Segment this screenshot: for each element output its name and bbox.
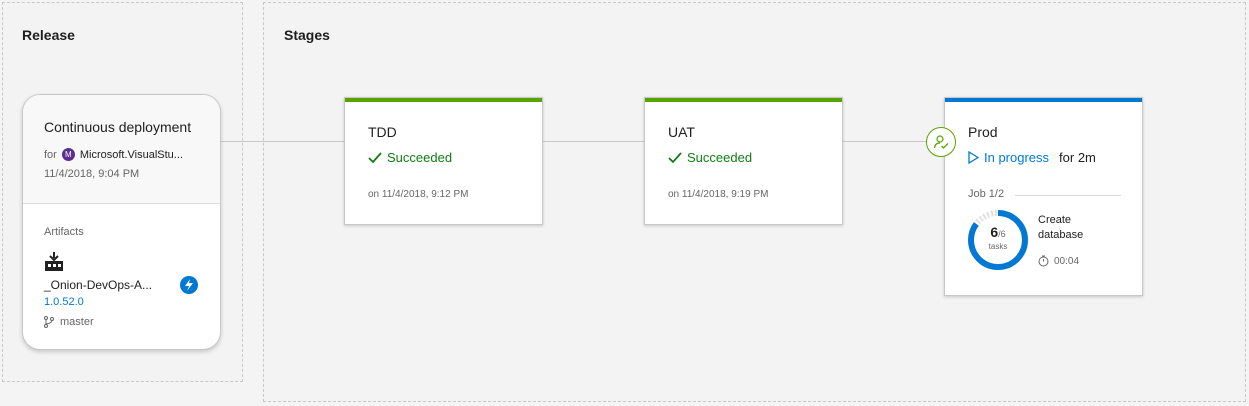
artifact-version[interactable]: 1.0.52.0	[44, 296, 84, 308]
stage-card-uat[interactable]: UAT Succeeded on 11/4/2018, 9:19 PM	[644, 97, 843, 225]
branch-icon	[44, 316, 54, 328]
stage-status[interactable]: Succeeded	[368, 150, 452, 165]
play-icon	[968, 151, 979, 164]
stage-status-text: In progress	[984, 150, 1050, 165]
release-section-title: Release	[22, 27, 75, 43]
connector-release-tdd	[221, 141, 344, 142]
job-label: Job 1/2	[968, 188, 1005, 200]
stage-duration: for 2m	[1059, 150, 1096, 165]
build-artifact-icon	[45, 252, 63, 271]
pre-deployment-approval-icon[interactable]	[926, 127, 956, 157]
project-avatar: M	[61, 148, 75, 161]
stage-card-prod[interactable]: Prod In progress for 2m Job 1/2 6/6 task…	[944, 97, 1143, 296]
stage-status-bar	[345, 98, 542, 102]
stage-name[interactable]: Prod	[968, 124, 998, 140]
task-count: 6/6 tasks	[967, 225, 1029, 251]
tasks-total: /6	[998, 229, 1006, 239]
project-name[interactable]: Microsoft.VisualStu...	[80, 149, 183, 161]
stage-status-bar	[945, 98, 1142, 102]
task-elapsed: 00:04	[1038, 255, 1079, 267]
task-elapsed-time: 00:04	[1054, 255, 1080, 267]
check-icon	[668, 151, 682, 163]
branch-name: master	[60, 316, 94, 328]
stage-name[interactable]: UAT	[668, 124, 695, 140]
artifact-name[interactable]: _Onion-DevOps-A...	[44, 278, 152, 292]
stage-status-bar	[645, 98, 842, 102]
release-project-line: for M Microsoft.VisualStu...	[44, 148, 183, 161]
artifacts-label: Artifacts	[44, 226, 84, 238]
stage-status[interactable]: In progress for 2m	[968, 150, 1096, 165]
release-date: 11/4/2018, 9:04 PM	[44, 168, 140, 180]
stage-status[interactable]: Succeeded	[668, 150, 752, 165]
current-task-name[interactable]: Create database	[1038, 213, 1118, 243]
stage-status-text: Succeeded	[387, 150, 453, 165]
for-label: for	[44, 148, 57, 161]
stage-card-tdd[interactable]: TDD Succeeded on 11/4/2018, 9:12 PM	[344, 97, 543, 225]
tasks-unit: tasks	[988, 242, 1008, 251]
continuous-deployment-trigger-icon[interactable]	[180, 276, 198, 294]
stopwatch-icon	[1038, 255, 1049, 267]
stage-status-text: Succeeded	[687, 150, 753, 165]
job-divider	[1015, 195, 1121, 196]
release-card-header: Continuous deployment for M Microsoft.Vi…	[23, 95, 220, 204]
connector-tdd-uat	[543, 141, 644, 142]
artifact-branch: master	[44, 316, 94, 328]
stage-completed-time: on 11/4/2018, 9:12 PM	[368, 189, 469, 200]
tasks-done: 6	[990, 224, 999, 240]
stage-name[interactable]: TDD	[368, 124, 397, 140]
release-trigger-title: Continuous deployment	[44, 119, 192, 135]
stages-section-title: Stages	[284, 27, 330, 43]
release-card[interactable]: Continuous deployment for M Microsoft.Vi…	[22, 94, 221, 350]
stage-completed-time: on 11/4/2018, 9:19 PM	[668, 189, 769, 200]
check-icon	[368, 151, 382, 163]
